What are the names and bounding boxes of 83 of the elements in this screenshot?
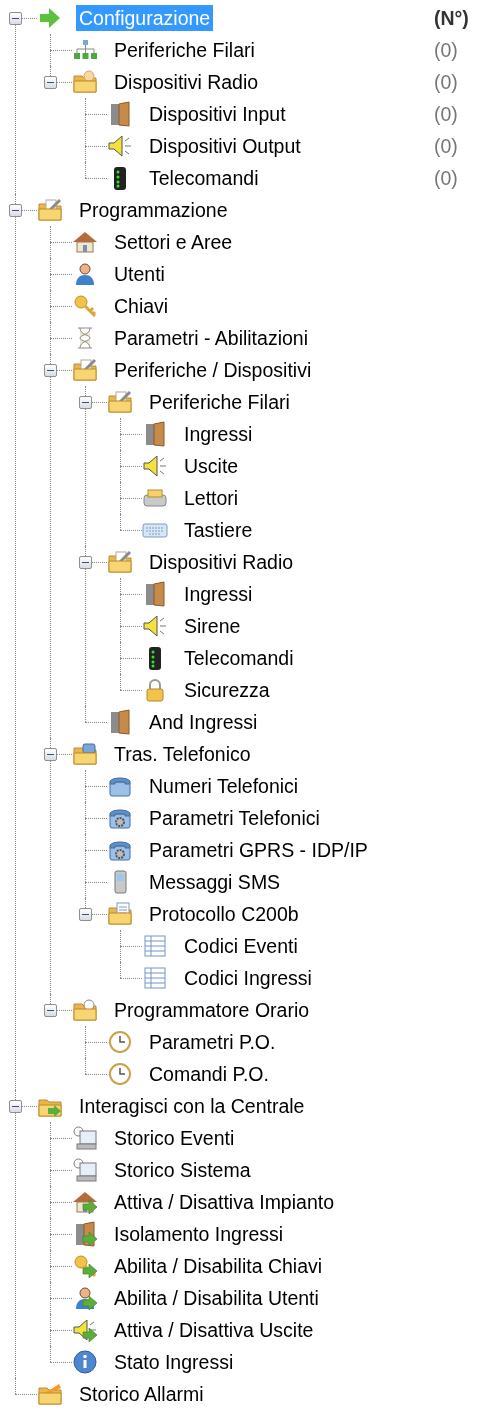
- tree-item-label[interactable]: Ingressi: [181, 421, 477, 447]
- tree-item-label[interactable]: And Ingressi: [146, 709, 477, 735]
- item-count: (0): [434, 70, 459, 94]
- tree-item-label[interactable]: Stato Ingressi: [111, 1349, 477, 1375]
- table-icon: [142, 933, 168, 959]
- tree-item-label[interactable]: Sirene: [181, 613, 477, 639]
- tree-item-label[interactable]: Chiavi: [111, 293, 477, 319]
- tree-item-label[interactable]: Lettori: [181, 485, 477, 511]
- tree-item-label[interactable]: Sicurezza: [181, 677, 477, 703]
- tree-item-label[interactable]: Dispositivi Radio: [111, 69, 434, 95]
- tree-item-label[interactable]: Interagisci con la Centrale: [76, 1093, 477, 1119]
- item-count: (0): [434, 102, 459, 126]
- tree-item-label[interactable]: Attiva / Disattiva Uscite: [111, 1317, 477, 1343]
- tree-item-label[interactable]: Programmazione: [76, 197, 477, 223]
- speaker-arrow-icon: [72, 1317, 98, 1343]
- tree-item-label[interactable]: Ingressi: [181, 581, 477, 607]
- tree-item-label[interactable]: Codici Ingressi: [181, 965, 477, 991]
- tree-item-label[interactable]: Periferiche Filari: [146, 389, 477, 415]
- item-count: (0): [434, 134, 459, 158]
- tree-item-label[interactable]: Numeri Telefonici: [146, 773, 477, 799]
- tree-item-label[interactable]: Uscite: [181, 453, 477, 479]
- tree-item-label[interactable]: Telecomandi: [146, 165, 434, 191]
- tree-item-label[interactable]: Parametri - Abilitazioni: [111, 325, 477, 351]
- item-count: (0): [434, 38, 459, 62]
- tree-item-label[interactable]: Dispositivi Radio: [146, 549, 477, 575]
- clock-icon: [107, 1029, 133, 1055]
- folder-tool-icon: [107, 389, 133, 415]
- tree-item-label[interactable]: Storico Sistema: [111, 1157, 477, 1183]
- monitor-icon: [72, 1157, 98, 1183]
- folder-tool-icon: [72, 357, 98, 383]
- expander-toggle[interactable]: [9, 1100, 22, 1113]
- clock-icon: [107, 1061, 133, 1087]
- tree-item-label[interactable]: Codici Eventi: [181, 933, 477, 959]
- tree-item-label[interactable]: Telecomandi: [181, 645, 477, 671]
- key-arrow-icon: [72, 1253, 98, 1279]
- tree-item-label[interactable]: Tastiere: [181, 517, 477, 543]
- expander-toggle[interactable]: [9, 204, 22, 217]
- tree-item-label[interactable]: Messaggi SMS: [146, 869, 477, 895]
- expander-toggle[interactable]: [79, 908, 92, 921]
- tree-item-label[interactable]: Abilita / Disabilita Chiavi: [111, 1253, 477, 1279]
- tree-item-label[interactable]: Periferiche / Dispositivi: [111, 357, 477, 383]
- tree-item-label[interactable]: Abilita / Disabilita Utenti: [111, 1285, 477, 1311]
- expander-toggle[interactable]: [79, 396, 92, 409]
- tree-item-label[interactable]: Storico Allarmi: [76, 1381, 477, 1407]
- folder-doc-icon: [107, 901, 133, 927]
- folder-tool-icon: [107, 549, 133, 575]
- item-count: (N°): [434, 6, 470, 30]
- tree-item-label[interactable]: Dispositivi Input: [146, 101, 434, 127]
- speaker-icon: [142, 453, 168, 479]
- expander-toggle[interactable]: [44, 1004, 57, 1017]
- folder-alarm-icon: [37, 1381, 63, 1407]
- expander-toggle[interactable]: [9, 12, 22, 25]
- tree-item-label[interactable]: Attiva / Disattiva Impianto: [111, 1189, 477, 1215]
- expander-toggle[interactable]: [44, 748, 57, 761]
- expander-toggle[interactable]: [44, 364, 57, 377]
- monitor-icon: [72, 1125, 98, 1151]
- item-count: (0): [434, 166, 459, 190]
- info-icon: [72, 1349, 98, 1375]
- tree-item-label[interactable]: Settori e Aree: [111, 229, 477, 255]
- tree-item-label[interactable]: Storico Eventi: [111, 1125, 477, 1151]
- speaker-icon: [107, 133, 133, 159]
- tree-item-label[interactable]: Dispositivi Output: [146, 133, 434, 159]
- tree-item-label[interactable]: Protocollo C200b: [146, 901, 477, 927]
- tree-item-label[interactable]: Programmatore Orario: [111, 997, 477, 1023]
- tree-item-label[interactable]: Parametri P.O.: [146, 1029, 477, 1055]
- tree-item-label[interactable]: Periferiche Filari: [111, 37, 434, 63]
- key-icon: [72, 293, 98, 319]
- folder-tool-icon: [37, 197, 63, 223]
- tree-item-label[interactable]: Isolamento Ingressi: [111, 1221, 477, 1247]
- speaker-icon: [142, 613, 168, 639]
- tree-item-label[interactable]: Comandi P.O.: [146, 1061, 477, 1087]
- house-arrow-icon: [72, 1189, 98, 1215]
- table-icon: [142, 965, 168, 991]
- folder-clock-icon: [72, 997, 98, 1023]
- expander-toggle[interactable]: [44, 76, 57, 89]
- tree-item-label[interactable]: Tras. Telefonico: [111, 741, 477, 767]
- tree-item-label[interactable]: Utenti: [111, 261, 477, 287]
- tree-item-label[interactable]: Parametri GPRS - IDP/IP: [146, 837, 477, 863]
- folder-note-icon: [72, 69, 98, 95]
- folder-phone-icon: [72, 741, 98, 767]
- house-icon: [72, 229, 98, 255]
- tree-item-label[interactable]: Parametri Telefonici: [146, 805, 477, 831]
- expander-toggle[interactable]: [79, 556, 92, 569]
